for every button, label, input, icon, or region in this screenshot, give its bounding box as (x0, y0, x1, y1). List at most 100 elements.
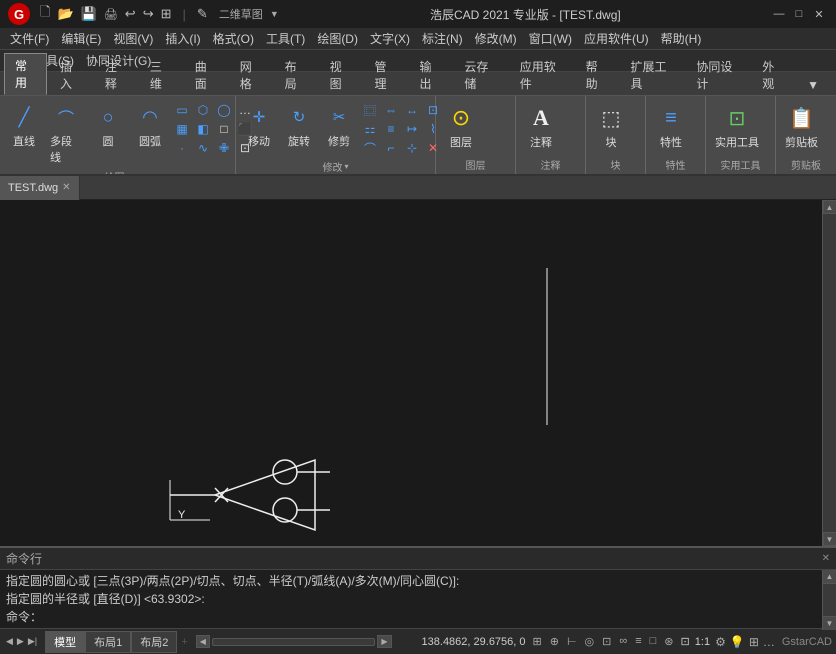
line-button[interactable]: ╱ 直线 (4, 99, 44, 151)
menu-modify[interactable]: 修改(M) (469, 28, 523, 49)
trim-button[interactable]: ✂ 修剪 (320, 99, 358, 157)
grid-icon[interactable]: ⊞ (530, 634, 545, 649)
tab-layout1[interactable]: 布局1 (85, 631, 131, 653)
menu-edit[interactable]: 编辑(E) (55, 28, 107, 49)
more-icon[interactable]: … (762, 634, 776, 650)
layout-end-button[interactable]: ▶| (26, 636, 39, 647)
tab-view[interactable]: 视图 (319, 54, 362, 95)
stretch-button[interactable]: ↔ (402, 101, 422, 119)
tab-manage[interactable]: 管理 (364, 54, 407, 95)
redo-icon[interactable]: ↪ (141, 5, 156, 23)
ellipse-button[interactable]: ◯ (214, 101, 234, 119)
utility-button[interactable]: ⊡ 实用工具 (710, 99, 764, 153)
command-body[interactable]: 指定圆的圆心或 [三点(3P)/两点(2P)/切点、切点、半径(T)/弧线(A)… (0, 570, 836, 630)
menu-text[interactable]: 文字(X) (364, 28, 416, 49)
menu-apps[interactable]: 应用软件(U) (578, 28, 655, 49)
tab-help[interactable]: 帮助 (575, 54, 618, 95)
offset-button[interactable]: ≡ (381, 120, 401, 138)
tab-layout2[interactable]: 布局2 (131, 631, 177, 653)
array-button[interactable]: ⚏ (360, 120, 380, 138)
tab-cloud[interactable]: 云存储 (453, 54, 506, 95)
tab-output[interactable]: 输出 (408, 54, 451, 95)
drawing-area[interactable]: Y ▲ (0, 200, 836, 546)
h-scroll-left[interactable]: ◀ (196, 635, 210, 648)
new-icon[interactable]: 🗋 (38, 2, 52, 26)
explode-button[interactable]: ⊹ (402, 139, 422, 157)
snap-icon[interactable]: ⊕ (547, 634, 562, 649)
undo-icon[interactable]: ↩ (123, 5, 138, 23)
spline-button[interactable]: ∿ (193, 139, 213, 157)
dyn-icon[interactable]: ⊛ (661, 634, 676, 649)
maximize-button[interactable]: □ (790, 6, 808, 22)
minimize-button[interactable]: — (770, 6, 788, 22)
tab-common[interactable]: 常用 (4, 53, 47, 95)
scale-icon[interactable]: ⊡ (681, 636, 690, 648)
polyline-button[interactable]: ⌒ 多段线 (46, 99, 86, 167)
tab-more[interactable]: ▼ (796, 74, 830, 95)
chamfer-button[interactable]: ⌐ (381, 139, 401, 157)
view-icon[interactable]: ✎ (195, 5, 210, 23)
polygon-button[interactable]: ⬡ (193, 101, 213, 119)
layout-prev-button[interactable]: ◀ (4, 636, 15, 647)
layer-button[interactable]: ⊙ 图层 (440, 99, 482, 153)
menu-window[interactable]: 窗口(W) (523, 28, 578, 49)
block-button[interactable]: ⬚ 块 (590, 99, 632, 153)
transparent-icon[interactable]: □ (647, 634, 660, 649)
scroll-down-button[interactable]: ▼ (823, 532, 836, 546)
otrack-icon[interactable]: ∞ (616, 634, 630, 649)
gradient-button[interactable]: ◧ (193, 120, 213, 138)
menu-dimension[interactable]: 标注(N) (416, 28, 469, 49)
hatch-button[interactable]: ▦ (172, 120, 192, 138)
tab-layout[interactable]: 布局 (274, 54, 317, 95)
cmd-close-icon[interactable]: ✕ (822, 553, 830, 564)
extend-button[interactable]: ↦ (402, 120, 422, 138)
doc-tab-close[interactable]: ✕ (62, 182, 70, 193)
clipboard-button[interactable]: 📋 剪贴板 (780, 99, 823, 153)
view-dropdown-arrow[interactable]: ▼ (268, 8, 281, 20)
rect-button[interactable]: ▭ (172, 101, 192, 119)
h-scrollbar-track[interactable] (212, 638, 375, 646)
construct-button[interactable]: ✙ (214, 139, 234, 157)
rotate-button[interactable]: ↻ 旋转 (280, 99, 318, 157)
menu-draw[interactable]: 绘图(D) (311, 28, 364, 49)
region-button[interactable]: □ (214, 120, 234, 138)
mirror-button[interactable]: ⇔ (381, 101, 401, 119)
scroll-up-button[interactable]: ▲ (823, 200, 836, 214)
cmd-scroll-up[interactable]: ▲ (823, 570, 836, 584)
point-button[interactable]: · (172, 139, 192, 157)
menu-help[interactable]: 帮助(H) (655, 28, 708, 49)
tab-annotate[interactable]: 注释 (94, 54, 137, 95)
menu-insert[interactable]: 插入(I) (159, 28, 206, 49)
print-icon[interactable]: 🖨 (102, 7, 120, 22)
open-icon[interactable]: 📂 (55, 5, 75, 23)
tab-ext[interactable]: 扩展工具 (620, 54, 684, 95)
menu-tools[interactable]: 工具(T) (260, 28, 311, 49)
menu-format[interactable]: 格式(O) (207, 28, 260, 49)
menu-file[interactable]: 文件(F) (4, 28, 55, 49)
tab-insert[interactable]: 插入 (49, 54, 92, 95)
close-button[interactable]: ✕ (810, 6, 828, 22)
osnap-icon[interactable]: ⊡ (599, 634, 614, 649)
cmd-scrollbar[interactable]: ▲ ▼ (822, 570, 836, 630)
save-icon[interactable]: 💾 (79, 5, 99, 23)
tab-3d[interactable]: 三维 (139, 54, 182, 95)
tab-collab[interactable]: 协同设计 (685, 54, 749, 95)
move-button[interactable]: ✛ 移动 (240, 99, 278, 157)
cmd-scroll-down[interactable]: ▼ (823, 616, 836, 630)
copy-button[interactable]: ⿴ (360, 101, 380, 119)
ortho-icon[interactable]: ⊢ (564, 634, 580, 649)
viewport-icon[interactable]: ⊞ (748, 634, 760, 650)
config-icon[interactable]: ⚙ (714, 634, 727, 650)
tab-mesh[interactable]: 网格 (229, 54, 272, 95)
lwt-icon[interactable]: ≡ (632, 634, 644, 649)
tab-model[interactable]: 模型 (45, 631, 85, 653)
h-scroll-right[interactable]: ▶ (377, 635, 391, 648)
circle-button[interactable]: ○ 圆 (88, 99, 128, 151)
modify-group-arrow[interactable]: ▾ (344, 162, 348, 171)
tab-appsw[interactable]: 应用软件 (509, 54, 573, 95)
tab-appearance[interactable]: 外观 (751, 54, 794, 95)
view-dropdown-label[interactable]: 二维草图 (217, 5, 265, 23)
doc-tab-test[interactable]: TEST.dwg ✕ (0, 176, 80, 200)
fillet-button[interactable]: ⌒ (360, 139, 380, 157)
vertical-scrollbar[interactable]: ▲ ▼ (822, 200, 836, 546)
